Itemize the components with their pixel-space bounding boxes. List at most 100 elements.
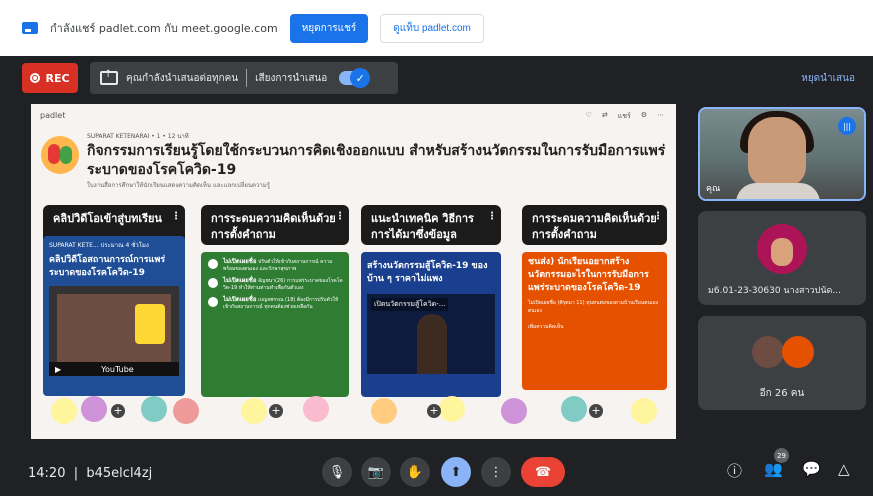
padlet-subtitle: ใบงานสื่อการศึกษาให้นักเรียนแสดงความคิดเ… — [87, 182, 270, 189]
self-video-tile[interactable]: ||| คุณ — [698, 107, 866, 201]
speaking-indicator-icon: ||| — [838, 117, 856, 135]
post-title: ชนส่ง) นักเรียนอยากสร้างนวัตกรรมอะไรในกา… — [528, 257, 649, 293]
comment-text: ไม่เปิดเผยชื่อ (ศิรุตมา 11) ทุนทนต่อของต… — [528, 300, 659, 314]
padlet-logo-icon — [41, 136, 79, 174]
remake-icon[interactable]: ⇄ — [602, 111, 608, 122]
video-post-card[interactable]: สร้างนวัตกรรมสู้โควิด-19 ของบ้าน ๆ ราคาไ… — [361, 252, 501, 397]
avatar — [752, 336, 784, 368]
pencil-sticker-icon — [81, 396, 107, 422]
comment-author: ไม่เปิดเผยชื่อ — [223, 277, 257, 284]
video-thumbnail[interactable]: เปิดนวัตกรรมสู้โควิด-... — [367, 294, 495, 374]
avatar — [782, 336, 814, 368]
rec-label: REC — [45, 71, 70, 85]
video-thumbnail[interactable]: ▶ YouTube — [49, 286, 179, 376]
presentation-bar: REC คุณกำลังนำเสนอต่อทุกคน เสียงการนำเสน… — [0, 60, 873, 96]
add-comment-link[interactable]: เพิ่มความคิดเห็น — [522, 319, 667, 335]
camera-button[interactable]: 📷 — [361, 457, 391, 487]
tab-share-icon — [22, 22, 38, 34]
comments-post-card[interactable]: ไม่เปิดเผยชื่อ ปรับตัวให้เข้ากับสถานการณ… — [201, 252, 349, 397]
padlet-brand: padlet — [40, 111, 66, 120]
heart-sticker-icon — [439, 396, 465, 422]
column-menu-icon[interactable]: ⋮ — [653, 209, 663, 225]
video-person — [417, 314, 447, 374]
switch-tab-button[interactable]: ดูแท็บ padlet.com — [380, 13, 484, 43]
more-options-button[interactable]: ⋮ — [481, 457, 511, 487]
meeting-info-icon[interactable]: ⓘ — [727, 460, 742, 481]
bulb-sticker-icon — [501, 398, 527, 424]
others-count: อีก 26 คน — [759, 388, 805, 399]
youtube-logo: YouTube — [101, 364, 134, 374]
people-count-badge: 29 — [774, 448, 789, 463]
video-frame — [57, 294, 171, 362]
column-header: แนะนำเทคนิค วิธีการ การได้มาซึ่งข้อมูล ⋮ — [361, 205, 501, 245]
board-sticker-icon — [561, 396, 587, 422]
list-sticker-icon — [371, 398, 397, 424]
divider — [246, 69, 248, 87]
participant-name: คุณ — [706, 184, 721, 194]
column-title: การระดมความคิดเห็นด้วยการตั้งคำถาม — [532, 212, 657, 241]
activities-icon[interactable]: △ — [838, 460, 850, 478]
stop-sharing-button[interactable]: หยุดการแชร์ — [289, 13, 369, 43]
heart-sticker-icon — [241, 398, 267, 424]
column-title: คลิปวิดีโอเข้าสู่บทเรียน — [53, 212, 162, 225]
column-header: การระดมความคิดเห็นด้วยการตั้งคำถาม ⋮ — [201, 205, 349, 245]
video-label: เปิดนวัตกรรมสู้โควิด-... — [371, 298, 449, 311]
settings-icon[interactable]: ⚙ — [641, 111, 647, 122]
chat-icon[interactable]: 💬 — [802, 460, 821, 478]
padlet-title: กิจกรรมการเรียนรู้โดยใช้กระบวนการคิดเชิง… — [87, 143, 666, 178]
padlet-toolbar: ♡ ⇄ แชร์ ⚙ ⋯ — [586, 111, 664, 122]
board-sticker-icon — [141, 396, 167, 422]
video-shirt — [736, 183, 820, 199]
present-audio-label: เสียงการนำเสนอ — [255, 72, 328, 84]
present-now-button[interactable]: ⬆ — [441, 457, 471, 487]
participant-name: ม6.01-23-30630 นางสาวปนัด... — [708, 286, 841, 296]
bulb-sticker-icon — [303, 396, 329, 422]
stop-presenting-button[interactable]: หยุดนำเสนอ — [801, 71, 855, 86]
others-tile[interactable]: อีก 26 คน — [698, 316, 866, 410]
video-post-card[interactable]: SUPARAT KETE... ประมาณ 4 ชั่วโมง คลิปวิด… — [43, 236, 185, 396]
column-menu-icon[interactable]: ⋮ — [171, 209, 181, 225]
post-title: สร้างนวัตกรรมสู้โควิด-19 ของบ้าน ๆ ราคาไ… — [367, 261, 488, 284]
question-post-card[interactable]: ชนส่ง) นักเรียนอยากสร้างนวัตกรรมอะไรในกา… — [522, 252, 667, 390]
comment-item: ไม่เปิดเผยชื่อ เบญจพรรณ (18) ต้องมีการปร… — [201, 294, 349, 313]
record-icon — [30, 73, 41, 83]
like-icon[interactable]: ♡ — [586, 111, 592, 122]
column-menu-icon[interactable]: ⋮ — [487, 209, 497, 225]
add-post-icon[interactable]: + — [269, 404, 283, 418]
comment-author: ไม่เปิดเผยชื่อ — [223, 258, 257, 265]
shared-screen-padlet: padlet ♡ ⇄ แชร์ ⚙ ⋯ SUPARAT KETENARAI • … — [31, 104, 676, 439]
presenting-text: คุณกำลังนำเสนอต่อทุกคน — [126, 72, 239, 84]
meeting-time: 14:20 — [28, 465, 66, 481]
participant-tile[interactable]: ม6.01-23-30630 นางสาวปนัด... — [698, 211, 866, 305]
heart-sticker-icon — [51, 398, 77, 424]
meeting-time-and-code: 14:20 | b45elcl4zj — [28, 466, 152, 481]
microphone-button[interactable]: 🎙 — [322, 457, 352, 487]
time-separator: | — [73, 465, 79, 481]
present-screen-icon — [100, 69, 118, 85]
more-icon[interactable]: ⋯ — [657, 111, 664, 122]
present-audio-toggle[interactable]: ✓ — [339, 68, 371, 88]
padlet-author: SUPARAT KETENARAI • 1 • 12 นาที — [87, 133, 189, 140]
heart-sticker-icon — [631, 398, 657, 424]
leave-call-button[interactable]: ☎ — [521, 457, 565, 487]
add-post-icon[interactable]: + — [111, 404, 125, 418]
list-sticker-icon — [173, 398, 199, 424]
comment-author: ไม่เปิดเผยชื่อ — [223, 296, 257, 303]
post-meta: SUPARAT KETE... ประมาณ 4 ชั่วโมง — [49, 242, 149, 249]
video-face — [748, 117, 806, 187]
column-menu-icon[interactable]: ⋮ — [335, 209, 345, 225]
meeting-code: b45elcl4zj — [86, 465, 153, 481]
presenting-status: คุณกำลังนำเสนอต่อทุกคน เสียงการนำเสนอ ✓ — [90, 62, 398, 94]
check-icon: ✓ — [350, 68, 371, 88]
column-title: แนะนำเทคนิค วิธีการ การได้มาซึ่งข้อมูล — [371, 212, 474, 241]
play-icon[interactable]: ▶ — [55, 365, 61, 374]
add-post-icon[interactable]: + — [589, 404, 603, 418]
column-header: การระดมความคิดเห็นด้วยการตั้งคำถาม ⋮ — [522, 205, 667, 245]
avatar — [757, 224, 807, 274]
share-link[interactable]: แชร์ — [618, 111, 631, 122]
decorative-background: + + + + — [31, 392, 676, 432]
comment-item: ไม่เปิดเผยชื่อ ปรับตัวให้เข้ากับสถานการณ… — [201, 256, 349, 275]
raise-hand-button[interactable]: ✋ — [400, 457, 430, 487]
add-post-icon[interactable]: + — [427, 404, 441, 418]
column-title: การระดมความคิดเห็นด้วยการตั้งคำถาม — [211, 212, 336, 241]
